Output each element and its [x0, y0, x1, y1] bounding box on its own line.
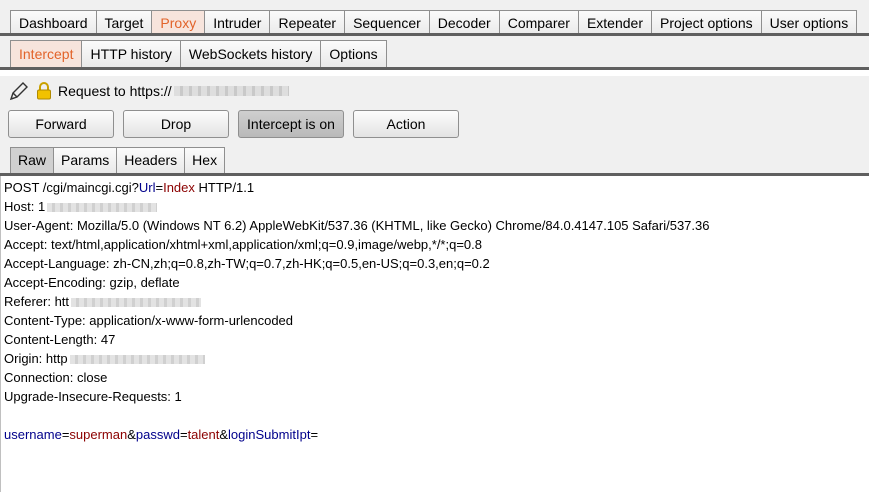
header-accept-encoding: Accept-Encoding: gzip, deflate	[4, 275, 180, 290]
header-accept: Accept: text/html,application/xhtml+xml,…	[4, 237, 482, 252]
proxy-tab-underline	[0, 67, 869, 70]
redacted-host-value	[47, 203, 158, 213]
header-origin: Origin: http	[4, 349, 205, 368]
tab-headers[interactable]: Headers	[116, 147, 186, 173]
request-line: POST /cgi/maincgi.cgi?Url=Index HTTP/1.1	[4, 178, 254, 197]
forward-button[interactable]: Forward	[8, 110, 114, 138]
header-referer-text: Referer: htt	[4, 294, 70, 309]
tab-websockets-history[interactable]: WebSockets history	[179, 40, 322, 67]
header-upgrade-insecure: Upgrade-Insecure-Requests: 1	[4, 389, 182, 404]
redacted-origin-value	[69, 355, 205, 365]
tab-options[interactable]: Options	[320, 40, 387, 67]
header-host-text: Host: 1	[4, 199, 46, 214]
header-content-type: Content-Type: application/x-www-form-url…	[4, 313, 294, 328]
header-user-agent: User-Agent: Mozilla/5.0 (Windows NT 6.2)…	[4, 218, 710, 233]
tab-raw[interactable]: Raw	[10, 147, 55, 173]
intercept-toggle-button[interactable]: Intercept is on	[238, 110, 344, 138]
header-referer: Referer: htt	[4, 292, 202, 311]
url-param-name: Url	[138, 180, 156, 195]
body-param-login-submit: loginSubmitIpt	[228, 427, 311, 442]
proxy-tab-bar: Intercept HTTP history WebSockets histor…	[0, 36, 869, 70]
header-accept-language: Accept-Language: zh-CN,zh;q=0.8,zh-TW;q=…	[4, 256, 490, 271]
body-param-username: username	[4, 427, 62, 442]
tab-hex[interactable]: Hex	[184, 147, 226, 173]
body-value-username: superman	[69, 427, 128, 442]
body-value-passwd: talent	[187, 427, 220, 442]
action-button[interactable]: Action	[353, 110, 459, 138]
request-editor[interactable]: POST /cgi/maincgi.cgi?Url=Index HTTP/1.1…	[0, 176, 869, 492]
editor-tab-bar: Raw Params Headers Hex	[0, 144, 869, 176]
tab-params[interactable]: Params	[53, 147, 118, 173]
request-body: username=superman&passwd=talent&loginSub…	[4, 427, 319, 442]
request-method-path: POST /cgi/maincgi.cgi?	[4, 180, 139, 195]
url-param-value: Index	[163, 180, 195, 195]
header-host: Host: 1	[4, 197, 158, 216]
header-connection: Connection: close	[4, 370, 108, 385]
tab-intercept[interactable]: Intercept	[10, 40, 83, 67]
request-protocol: HTTP/1.1	[194, 180, 255, 195]
redacted-referer-value	[71, 298, 202, 308]
tab-http-history[interactable]: HTTP history	[81, 40, 181, 67]
body-param-passwd: passwd	[135, 427, 180, 442]
request-target-label: Request to https://	[58, 83, 172, 99]
url-param-eq: =	[155, 180, 164, 195]
lock-icon	[37, 82, 51, 100]
header-origin-text: Origin: http	[4, 351, 68, 366]
header-content-length: Content-Length: 47	[4, 332, 116, 347]
drop-button[interactable]: Drop	[123, 110, 229, 138]
pencil-icon[interactable]	[8, 80, 30, 102]
main-tab-bar: Dashboard Target Proxy Intruder Repeater…	[0, 0, 869, 36]
redacted-host	[173, 86, 289, 96]
intercept-button-row: Forward Drop Intercept is on Action	[0, 106, 869, 144]
request-info-bar: Request to https://	[0, 76, 869, 106]
